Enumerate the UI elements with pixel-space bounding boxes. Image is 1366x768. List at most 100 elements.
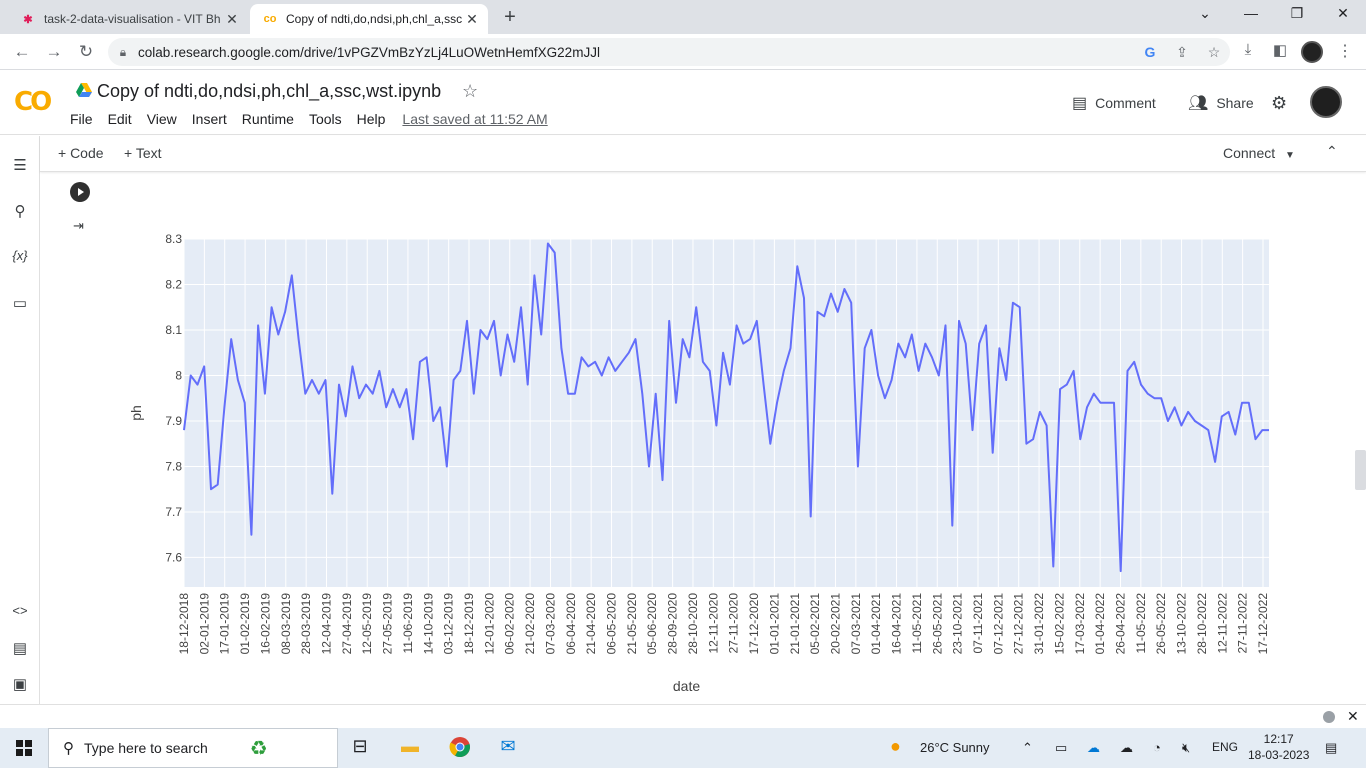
menu-edit[interactable]: Edit xyxy=(108,111,132,127)
notebook-title[interactable]: Copy of ndti,do,ndsi,ph,chl_a,ssc,wst.ip… xyxy=(97,81,441,102)
y-tick-label: 7.7 xyxy=(165,505,182,519)
onedrive-personal-icon[interactable]: ☁ xyxy=(1120,740,1133,756)
x-tick-label: 26-05-2021 xyxy=(930,593,944,655)
x-tick-label: 26-05-2022 xyxy=(1154,593,1168,655)
download-icon[interactable]: ⤓ xyxy=(1236,41,1260,58)
volume-muted-icon[interactable]: 🔇︎ xyxy=(1182,740,1190,756)
mail-icon[interactable]: ✉ xyxy=(496,736,520,760)
menu-help[interactable]: Help xyxy=(357,111,386,127)
x-tick-label: 17-03-2022 xyxy=(1073,593,1087,655)
y-tick-label: 7.6 xyxy=(165,550,182,564)
x-tick-label: 21-01-2021 xyxy=(788,593,802,655)
google-drive-icon[interactable] xyxy=(76,83,92,97)
terminal-icon[interactable]: ▣ xyxy=(10,675,30,693)
share-button[interactable]: 👥︎ Share xyxy=(1188,93,1254,113)
window-close-icon[interactable]: ✕ xyxy=(1328,5,1358,22)
x-tick-label: 16-04-2021 xyxy=(890,593,904,655)
x-tick-label: 17-12-2020 xyxy=(747,593,761,655)
output-icon[interactable]: ⇥ xyxy=(73,218,84,234)
onedrive-icon[interactable]: ☁ xyxy=(1087,740,1100,756)
x-tick-label: 07-03-2021 xyxy=(849,593,863,655)
menu-runtime[interactable]: Runtime xyxy=(242,111,294,127)
command-palette-icon[interactable]: ▤ xyxy=(10,639,30,657)
code-snippets-icon[interactable]: <> xyxy=(10,603,30,618)
comment-button[interactable]: ▤ Comment xyxy=(1072,93,1156,113)
table-of-contents-icon[interactable]: ☰ xyxy=(10,156,30,174)
files-folder-icon[interactable]: ▭ xyxy=(10,294,30,312)
x-tick-label: 11-05-2021 xyxy=(910,593,924,654)
add-text-button[interactable]: + Text xyxy=(124,145,162,161)
task-view-icon[interactable]: ⊟ xyxy=(348,736,372,760)
x-tick-label: 02-01-2019 xyxy=(197,593,211,655)
weather-text[interactable]: 26°C Sunny xyxy=(920,740,990,755)
clock-date: 18-03-2023 xyxy=(1248,748,1310,762)
star-icon[interactable]: ☆ xyxy=(462,81,478,102)
lock-icon[interactable]: 🔒︎ xyxy=(108,45,138,60)
x-tick-label: 17-12-2022 xyxy=(1256,593,1270,655)
address-bar[interactable]: 🔒︎ colab.research.google.com/drive/1vPGZ… xyxy=(108,38,1230,66)
x-tick-label: 21-05-2020 xyxy=(625,593,639,655)
scrollbar-thumb[interactable] xyxy=(1355,450,1366,490)
menu-view[interactable]: View xyxy=(147,111,177,127)
side-panel-icon[interactable]: ◧ xyxy=(1268,41,1292,59)
colab-header: CO Copy of ndti,do,ndsi,ph,chl_a,ssc,wst… xyxy=(0,71,1366,135)
forward-icon[interactable]: → xyxy=(42,40,66,64)
menu-file[interactable]: File xyxy=(70,111,93,127)
account-avatar[interactable] xyxy=(1310,86,1342,118)
share-page-icon[interactable]: ⇪ xyxy=(1166,44,1198,61)
minimize-icon[interactable]: — xyxy=(1236,5,1266,21)
file-explorer-icon[interactable]: ▬ xyxy=(398,736,422,760)
weather-sun-icon[interactable]: ● xyxy=(890,736,901,757)
notebook-toolbar: + Code + Text Connect ▼ ⌃ xyxy=(40,136,1366,172)
wifi-icon[interactable]: ◔ xyxy=(1153,740,1161,755)
connect-button[interactable]: Connect ▼ xyxy=(1223,145,1295,161)
variables-icon[interactable]: {x} xyxy=(10,248,30,263)
browser-menu-icon[interactable]: ⋮ xyxy=(1337,41,1353,61)
taskbar-search[interactable]: ⚲ Type here to search ♻ xyxy=(48,728,338,768)
show-hidden-icons[interactable]: ⌃ xyxy=(1022,740,1033,756)
close-tab-icon[interactable]: ✕ xyxy=(222,11,242,28)
x-tick-label: 01-01-2021 xyxy=(767,593,781,655)
back-icon[interactable]: ← xyxy=(10,40,34,64)
x-tick-label: 07-12-2021 xyxy=(991,593,1005,655)
maximize-icon[interactable]: ❐ xyxy=(1282,5,1312,22)
slack-icon: ✱ xyxy=(23,13,33,26)
collapse-chevron-icon[interactable]: ⌃ xyxy=(1326,143,1338,160)
google-icon[interactable]: G xyxy=(1134,44,1166,60)
left-sidebar: ☰ ⚲ {x} ▭ <> ▤ ▣ xyxy=(0,136,40,704)
chrome-logo xyxy=(449,737,470,758)
add-code-button[interactable]: + Code xyxy=(58,145,104,161)
reload-icon[interactable]: ↻ xyxy=(74,40,98,64)
colab-logo[interactable]: CO xyxy=(14,87,52,117)
new-tab-icon[interactable]: + xyxy=(498,6,522,29)
browser-profile-avatar[interactable] xyxy=(1301,41,1323,63)
language-indicator[interactable]: ENG xyxy=(1212,740,1238,754)
taskbar-clock[interactable]: 12:17 18-03-2023 xyxy=(1248,731,1309,763)
menu-tools[interactable]: Tools xyxy=(309,111,342,127)
url-text[interactable]: colab.research.google.com/drive/1vPGZVmB… xyxy=(138,45,1134,60)
x-tick-label: 27-04-2019 xyxy=(340,593,354,655)
windows-start-icon[interactable] xyxy=(16,740,32,756)
x-tick-label: 11-06-2019 xyxy=(401,593,415,654)
browser-tab-strip: ✱ task-2-data-visualisation - VIT Bh ✕ c… xyxy=(0,0,1366,34)
browser-tab-colab[interactable]: co Copy of ndti,do,ndsi,ph,chl_a,ssc ✕ xyxy=(250,4,488,34)
tab-search-icon[interactable]: ⌄ xyxy=(1190,5,1220,22)
y-tick-label: 8.3 xyxy=(165,232,182,246)
x-tick-label: 17-01-2019 xyxy=(218,593,232,655)
chrome-icon[interactable] xyxy=(448,736,472,760)
run-cell-button[interactable] xyxy=(70,182,90,202)
close-tab-icon[interactable]: ✕ xyxy=(462,11,482,28)
x-tick-label: 27-11-2020 xyxy=(727,593,741,654)
close-status-icon[interactable]: ✕ xyxy=(1347,708,1359,725)
menu-insert[interactable]: Insert xyxy=(192,111,227,127)
dropdown-arrow-icon[interactable]: ▼ xyxy=(1285,150,1295,161)
x-tick-label: 11-05-2022 xyxy=(1134,593,1148,654)
battery-icon[interactable]: ▭ xyxy=(1055,740,1067,756)
search-icon[interactable]: ⚲ xyxy=(10,202,30,220)
last-saved-link[interactable]: Last saved at 11:52 AM xyxy=(402,111,547,127)
browser-tab-slack[interactable]: ✱ task-2-data-visualisation - VIT Bh ✕ xyxy=(8,4,248,34)
gear-icon[interactable]: ⚙ xyxy=(1271,93,1287,114)
bookmark-star-icon[interactable]: ☆ xyxy=(1198,44,1230,61)
notifications-icon[interactable]: ▤ xyxy=(1325,740,1337,756)
recycle-icon: ♻ xyxy=(249,737,268,760)
